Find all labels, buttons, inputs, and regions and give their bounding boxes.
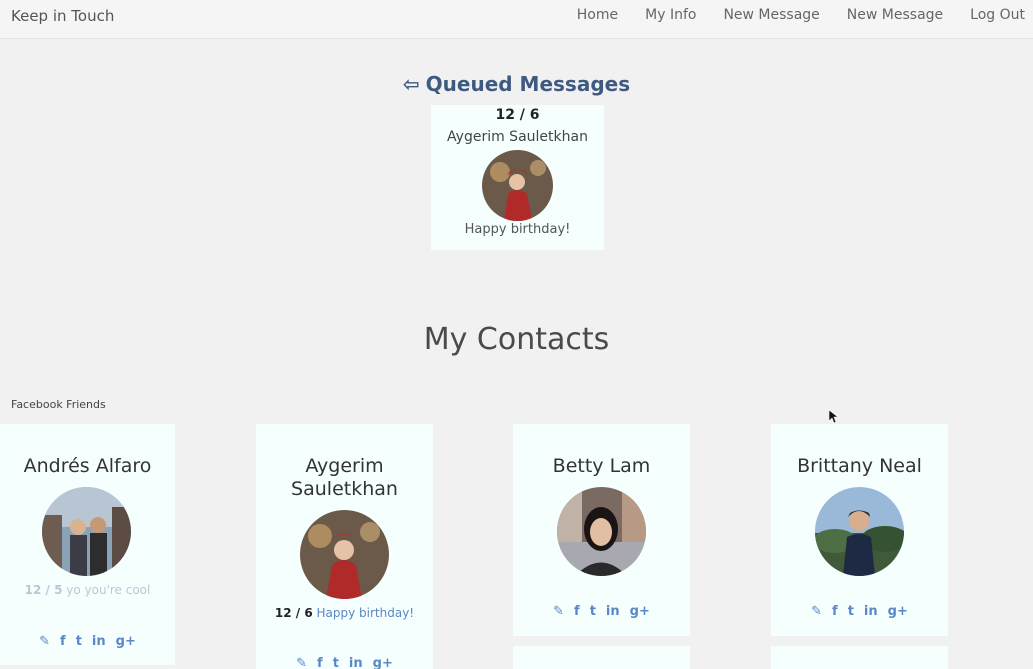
avatar [557, 487, 646, 576]
nav-links: Home My Info New Message New Message Log… [550, 7, 1025, 23]
contacts-title: My Contacts [423, 322, 610, 357]
linkedin-icon[interactable]: in [606, 604, 620, 619]
social-links: ✎ f t in g+ [513, 604, 690, 619]
avatar [300, 510, 389, 599]
queued-recipient: Aygerim Sauletkhan [447, 129, 588, 145]
queued-message-card[interactable]: 12 / 6 Aygerim Sauletkhan Happy birthday… [431, 105, 604, 250]
nav-new-message-2[interactable]: New Message [847, 7, 943, 23]
facebook-icon[interactable]: f [60, 634, 66, 649]
section-label: Facebook Friends [11, 398, 106, 411]
social-links: ✎ f t in g+ [256, 656, 433, 669]
facebook-icon[interactable]: f [317, 656, 323, 669]
twitter-icon[interactable]: t [76, 634, 82, 649]
contact-card[interactable] [771, 646, 948, 669]
note-date: 12 / 6 [274, 606, 313, 620]
linkedin-icon[interactable]: in [92, 634, 106, 649]
google-plus-icon[interactable]: g+ [116, 634, 136, 649]
edit-icon[interactable]: ✎ [39, 634, 50, 649]
avatar [815, 487, 904, 576]
contact-card[interactable] [513, 646, 690, 669]
nav-my-info[interactable]: My Info [645, 7, 696, 23]
linkedin-icon[interactable]: in [349, 656, 363, 669]
nav-new-message[interactable]: New Message [723, 7, 819, 23]
social-links: ✎ f t in g+ [771, 604, 948, 619]
edit-icon[interactable]: ✎ [553, 604, 564, 619]
google-plus-icon[interactable]: g+ [373, 656, 393, 669]
queued-heading: ⇦ Queued Messages [0, 72, 1033, 96]
brand[interactable]: Keep in Touch [11, 7, 114, 25]
avatar [42, 487, 131, 576]
contact-card[interactable]: Betty Lam ✎ f t in g+ [513, 424, 690, 636]
contact-card[interactable]: Brittany Neal ✎ f t in g+ [771, 424, 948, 636]
contact-card[interactable]: Andrés Alfaro 12 / 5 yo you're cool ✎ f … [0, 424, 175, 665]
contact-name: Brittany Neal [797, 455, 922, 477]
mouse-cursor-icon [829, 410, 838, 424]
contact-note: 12 / 5 yo you're cool [0, 583, 175, 597]
nav-home[interactable]: Home [577, 7, 618, 23]
contact-note: 12 / 6 Happy birthday! [256, 606, 433, 620]
note-text: yo you're cool [66, 583, 151, 597]
queued-date: 12 / 6 [495, 107, 540, 123]
queued-title: Queued Messages [425, 72, 631, 96]
contact-name: Aygerim Sauletkhan [291, 455, 398, 500]
google-plus-icon[interactable]: g+ [630, 604, 650, 619]
contact-name: Andrés Alfaro [23, 455, 152, 477]
nav-log-out[interactable]: Log Out [970, 7, 1025, 23]
queued-message: Happy birthday! [464, 222, 571, 237]
navbar: Keep in Touch Home My Info New Message N… [0, 0, 1033, 39]
contact-card[interactable]: Aygerim Sauletkhan 12 / 6 Happy birthday… [256, 424, 433, 669]
contact-name: Betty Lam [552, 455, 651, 477]
linkedin-icon[interactable]: in [864, 604, 878, 619]
google-plus-icon[interactable]: g+ [888, 604, 908, 619]
twitter-icon[interactable]: t [333, 656, 339, 669]
avatar [482, 150, 553, 221]
twitter-icon[interactable]: t [848, 604, 854, 619]
note-date: 12 / 5 [24, 583, 63, 597]
facebook-icon[interactable]: f [832, 604, 838, 619]
twitter-icon[interactable]: t [590, 604, 596, 619]
edit-icon[interactable]: ✎ [811, 604, 822, 619]
facebook-icon[interactable]: f [574, 604, 580, 619]
edit-icon[interactable]: ✎ [296, 656, 307, 669]
note-text: Happy birthday! [316, 606, 415, 620]
social-links: ✎ f t in g+ [0, 634, 175, 649]
back-arrow-icon[interactable]: ⇦ [403, 72, 420, 96]
